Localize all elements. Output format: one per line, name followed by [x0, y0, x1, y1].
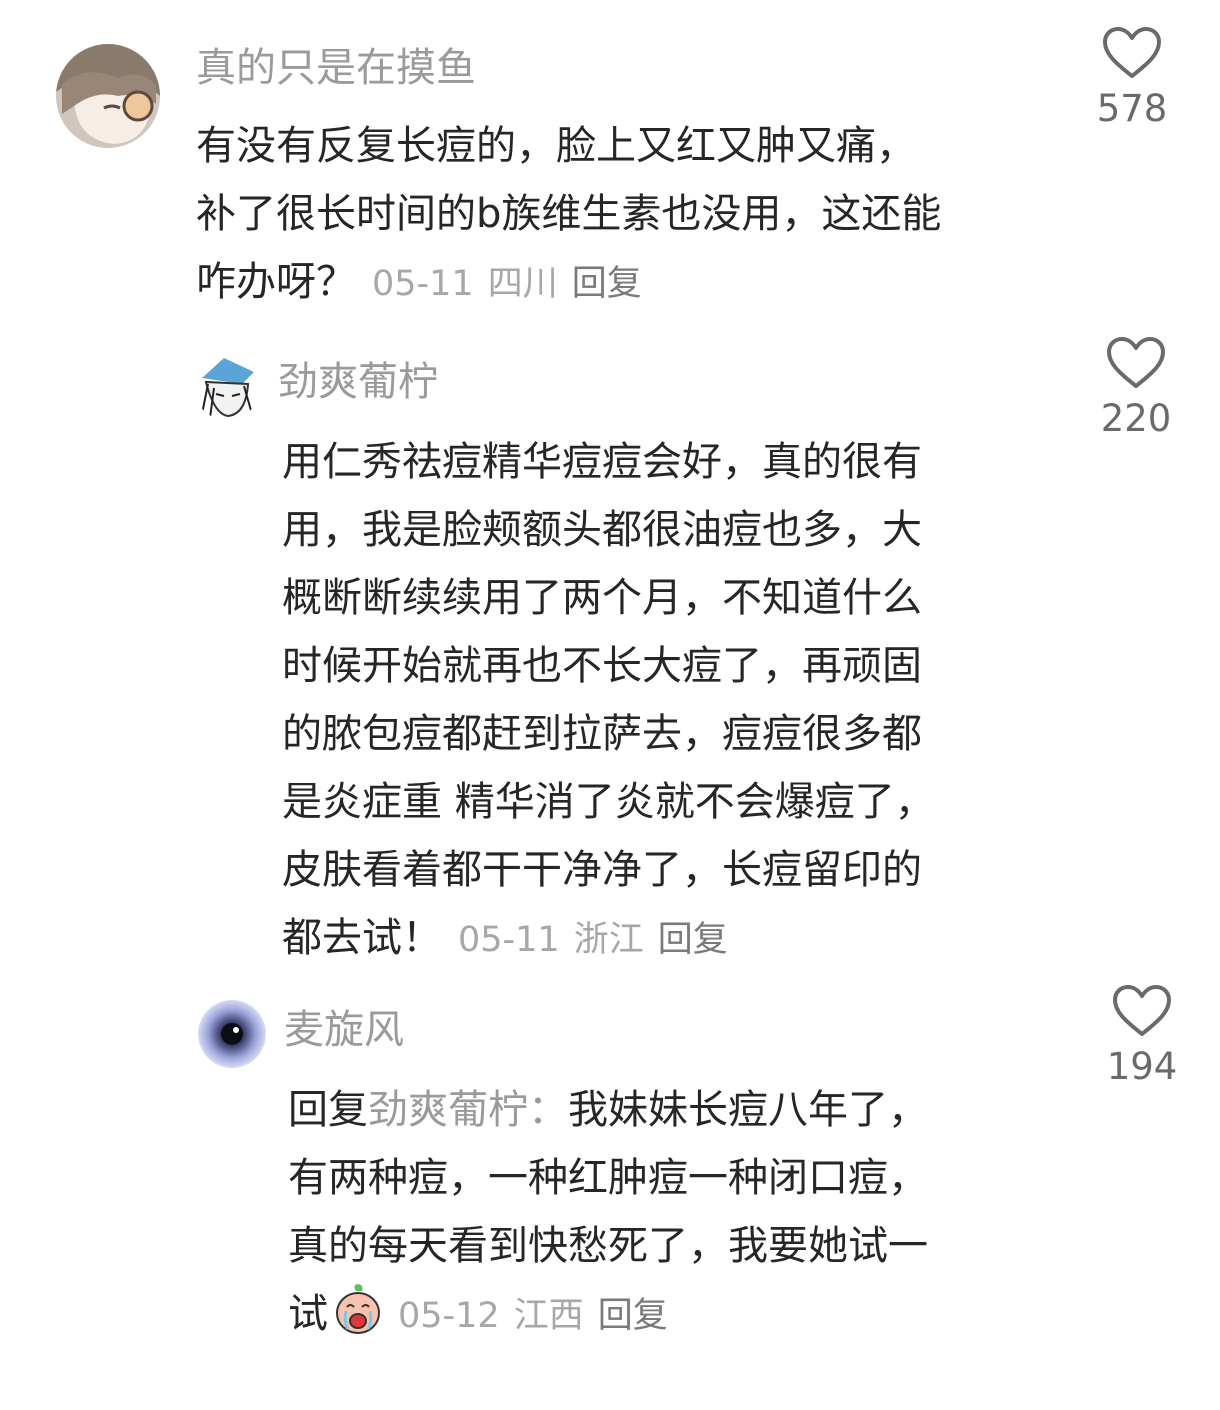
comment-line-text: 我妹妹长痘八年了， [568, 1087, 928, 1133]
crying-peach-emoji [334, 1283, 382, 1356]
avatar[interactable] [198, 1000, 266, 1068]
avatar[interactable] [56, 44, 160, 148]
avatar-image [56, 44, 160, 148]
comment-line: 用，我是脸颊额头都很油痘也多，大 [282, 507, 922, 553]
mention-separator: ： [528, 1087, 568, 1133]
comment-line-first: 回复劲爽葡柠：我妹妹长痘八年了， [288, 1076, 928, 1144]
comment-line: 的脓包痘都赶到拉萨去，痘痘很多都 [282, 711, 922, 757]
comment-text: 有没有反复长痘的，脸上又红又肿又痛， 补了很长时间的b族维生素也没用，这还能 咋… [196, 112, 941, 318]
comment-line: 概断断续续用了两个月，不知道什么 [282, 575, 922, 621]
like-button[interactable]: 578 [1082, 26, 1182, 132]
heart-icon [1107, 337, 1165, 388]
like-button[interactable]: 194 [1092, 984, 1192, 1090]
username[interactable]: 真的只是在摸鱼 [196, 42, 476, 94]
avatar-image [194, 354, 260, 420]
reply-button[interactable]: 回复 [572, 264, 642, 304]
comment-line: 皮肤看着都干干净净了，长痘留印的 [282, 847, 922, 893]
avatar-image [198, 1000, 266, 1068]
comment-line-last: 咋办呀？ 05-11 四川 回复 [196, 248, 941, 318]
like-count: 220 [1100, 397, 1172, 440]
username[interactable]: 劲爽葡柠 [278, 356, 438, 408]
reply-button[interactable]: 回复 [658, 920, 728, 960]
reply-prefix: 回复 [288, 1087, 368, 1133]
comment-line-text: 都去试！ [282, 915, 442, 961]
comment-location: 四川 [487, 264, 558, 304]
comment-line-last: 都去试！ 05-11 浙江 回复 [282, 904, 935, 974]
comment-text: 回复劲爽葡柠：我妹妹长痘八年了， 有两种痘，一种红肿痘一种闭口痘， 真的每天看到… [288, 1076, 928, 1356]
avatar[interactable] [194, 354, 260, 420]
like-button[interactable]: 220 [1086, 336, 1186, 442]
like-count: 194 [1106, 1045, 1178, 1088]
comment-location: 江西 [513, 1296, 584, 1336]
comment-date: 05-11 [458, 920, 560, 960]
reply-button[interactable]: 回复 [598, 1296, 668, 1336]
comment-location: 浙江 [573, 920, 644, 960]
comment-line: 时候开始就再也不长大痘了，再顽固 [282, 643, 922, 689]
comment-date: 05-12 [398, 1296, 500, 1336]
comment-line: 有两种痘，一种红肿痘一种闭口痘， [288, 1155, 928, 1201]
comment-line: 真的每天看到快愁死了，我要她试一 [288, 1223, 928, 1269]
comment-line: 是炎症重 精华消了炎就不会爆痘了， [282, 779, 935, 825]
comment-line: 有没有反复长痘的，脸上又红又肿又痛， [196, 123, 916, 169]
comment-date: 05-11 [372, 264, 474, 304]
mention-username[interactable]: 劲爽葡柠 [368, 1087, 528, 1133]
comment-line: 补了很长时间的b族维生素也没用，这还能 [196, 191, 942, 237]
comment-text: 用仁秀祛痘精华痘痘会好，真的很有 用，我是脸颊额头都很油痘也多，大 概断断续续用… [282, 428, 935, 974]
username[interactable]: 麦旋风 [284, 1004, 404, 1056]
comment-line-last: 试 05-12 江西 回复 [288, 1280, 928, 1356]
heart-icon [1113, 985, 1171, 1036]
heart-icon [1103, 27, 1161, 78]
comment-line-text: 试 [288, 1291, 328, 1337]
comment-line-text: 咋办呀？ [196, 259, 356, 305]
like-count: 578 [1096, 87, 1168, 130]
comment-line: 用仁秀祛痘精华痘痘会好，真的很有 [282, 439, 922, 485]
